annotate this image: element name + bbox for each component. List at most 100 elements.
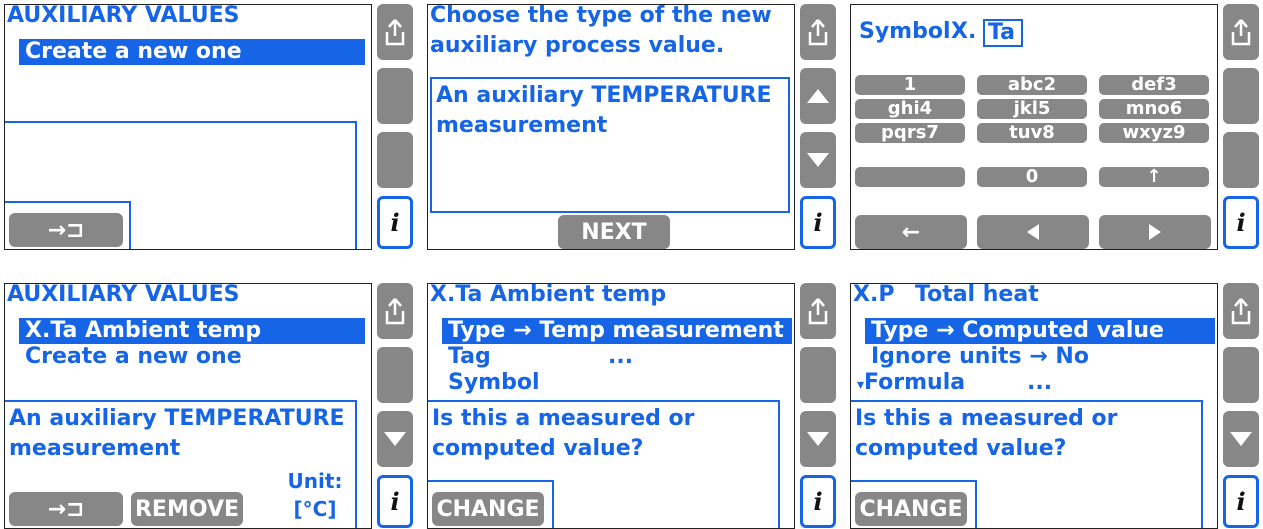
help-line-2: computed value? xyxy=(855,436,1067,461)
list-item-create-new[interactable]: Create a new one xyxy=(25,344,242,370)
box-corner-line xyxy=(5,201,131,203)
upload-button[interactable] xyxy=(377,4,413,60)
info-button[interactable]: i xyxy=(1223,196,1259,249)
key-pqrs7[interactable]: pqrs7 xyxy=(855,123,965,143)
key-blank[interactable] xyxy=(855,167,965,187)
enter-button[interactable]: →⊐ xyxy=(9,492,123,526)
screen: X.P Total heat Type → Computed value Ign… xyxy=(850,283,1218,529)
side-button-2[interactable] xyxy=(800,347,836,403)
side-button-2[interactable] xyxy=(377,347,413,403)
page-title-line-2: auxiliary process value. xyxy=(430,33,725,58)
upload-icon xyxy=(808,298,828,325)
key-shift[interactable]: ↑ xyxy=(1099,167,1209,187)
upload-button[interactable] xyxy=(1223,4,1259,60)
setting-type-value: Computed value xyxy=(962,318,1164,343)
change-button[interactable]: CHANGE xyxy=(432,492,544,526)
info-icon: i xyxy=(1236,208,1246,237)
cursor-left-button[interactable] xyxy=(977,215,1089,249)
info-icon: i xyxy=(813,208,823,237)
setting-ignore-units-value: No xyxy=(1055,344,1089,369)
info-icon: i xyxy=(813,487,823,516)
scroll-down-button[interactable] xyxy=(800,132,836,188)
key-wxyz9[interactable]: wxyz9 xyxy=(1099,123,1209,143)
key-jkl5[interactable]: jkl5 xyxy=(977,99,1087,119)
help-text: Is this a measured or computed value? xyxy=(432,404,695,464)
description-line-1: An auxiliary TEMPERATURE xyxy=(9,406,345,431)
setting-type[interactable]: Type → Temp measurement xyxy=(442,318,792,344)
option-box[interactable]: An auxiliary TEMPERATURE measurement xyxy=(430,77,790,213)
upload-button[interactable] xyxy=(377,283,413,339)
side-button-2[interactable] xyxy=(1223,347,1259,403)
option-line-1: An auxiliary TEMPERATURE xyxy=(436,83,772,108)
key-1[interactable]: 1 xyxy=(855,75,965,95)
enter-icon: →⊐ xyxy=(47,217,85,243)
side-button-3[interactable] xyxy=(377,132,413,188)
option-text: An auxiliary TEMPERATURE measurement xyxy=(436,81,772,141)
setting-tag[interactable]: Tag xyxy=(448,344,491,370)
screen: AUXILIARY VALUES X.Ta Ambient temp Creat… xyxy=(4,283,372,529)
info-button[interactable]: i xyxy=(800,196,836,249)
info-button[interactable]: i xyxy=(377,475,413,528)
list-item-ambient-temp[interactable]: X.Ta Ambient temp xyxy=(19,318,365,344)
upload-button[interactable] xyxy=(800,283,836,339)
side-button-3[interactable] xyxy=(1223,132,1259,188)
setting-symbol[interactable]: Symbol xyxy=(448,370,540,396)
page-title: X.Ta Ambient temp xyxy=(430,283,667,307)
upload-icon xyxy=(808,19,828,46)
info-button[interactable]: i xyxy=(800,475,836,528)
setting-formula-value: ... xyxy=(1027,370,1053,395)
scroll-down-button[interactable] xyxy=(800,411,836,467)
scroll-down-button[interactable] xyxy=(1223,411,1259,467)
key-mno6[interactable]: mno6 xyxy=(1099,99,1209,119)
help-text: Is this a measured or computed value? xyxy=(855,404,1118,464)
box-corner-line xyxy=(851,480,977,482)
box-corner-line xyxy=(129,201,131,249)
side-button-2[interactable] xyxy=(1223,68,1259,124)
arrow-right-icon: → xyxy=(1029,344,1048,369)
remove-button[interactable]: REMOVE xyxy=(131,492,243,526)
enter-button[interactable]: →⊐ xyxy=(9,213,123,247)
cursor-right-button[interactable] xyxy=(1099,215,1211,249)
upload-button[interactable] xyxy=(800,4,836,60)
help-line-2: computed value? xyxy=(432,436,644,461)
symbol-input[interactable]: Ta xyxy=(983,19,1023,47)
setting-type-value: Temp measurement xyxy=(539,318,784,343)
scroll-up-button[interactable] xyxy=(800,68,836,124)
description-line-2: measurement xyxy=(9,436,181,461)
key-0[interactable]: 0 xyxy=(977,167,1087,187)
side-button-2[interactable] xyxy=(377,68,413,124)
page-title-line-1: Choose the type of the new xyxy=(430,4,772,28)
next-button[interactable]: NEXT xyxy=(558,215,670,249)
info-icon: i xyxy=(390,487,400,516)
help-line-1: Is this a measured or xyxy=(855,406,1118,431)
info-button[interactable]: i xyxy=(377,196,413,249)
key-tuv8[interactable]: tuv8 xyxy=(977,123,1087,143)
setting-type[interactable]: Type → Computed value xyxy=(865,318,1215,344)
unit-label: Unit: xyxy=(287,469,343,493)
scroll-down-button[interactable] xyxy=(377,411,413,467)
triangle-right-icon xyxy=(1149,224,1161,240)
arrow-down-icon xyxy=(384,432,406,446)
side-buttons: i xyxy=(1223,4,1259,250)
panel-total-heat-settings: X.P Total heat Type → Computed value Ign… xyxy=(850,283,1262,529)
key-abc2[interactable]: abc2 xyxy=(977,75,1087,95)
side-buttons: i xyxy=(800,283,836,529)
setting-ignore-units-label: Ignore units xyxy=(871,344,1022,369)
list-item-create-new[interactable]: Create a new one xyxy=(19,39,365,65)
info-button[interactable]: i xyxy=(1223,475,1259,528)
key-def3[interactable]: def3 xyxy=(1099,75,1209,95)
key-ghi4[interactable]: ghi4 xyxy=(855,99,965,119)
screen: X.Ta Ambient temp Type → Temp measuremen… xyxy=(427,283,795,529)
setting-tag-label: Tag xyxy=(448,344,491,369)
help-line-1: Is this a measured or xyxy=(432,406,695,431)
page-title-name: Total heat xyxy=(915,283,1039,307)
box-corner-line xyxy=(975,480,977,528)
change-button[interactable]: CHANGE xyxy=(855,492,967,526)
arrow-down-icon xyxy=(1230,432,1252,446)
setting-ignore-units[interactable]: Ignore units → No xyxy=(871,344,1089,370)
backspace-button[interactable]: ← xyxy=(855,215,967,249)
upload-button[interactable] xyxy=(1223,283,1259,339)
setting-formula[interactable]: ▾Formula xyxy=(857,370,965,398)
upload-icon xyxy=(385,298,405,325)
arrow-down-icon xyxy=(807,432,829,446)
